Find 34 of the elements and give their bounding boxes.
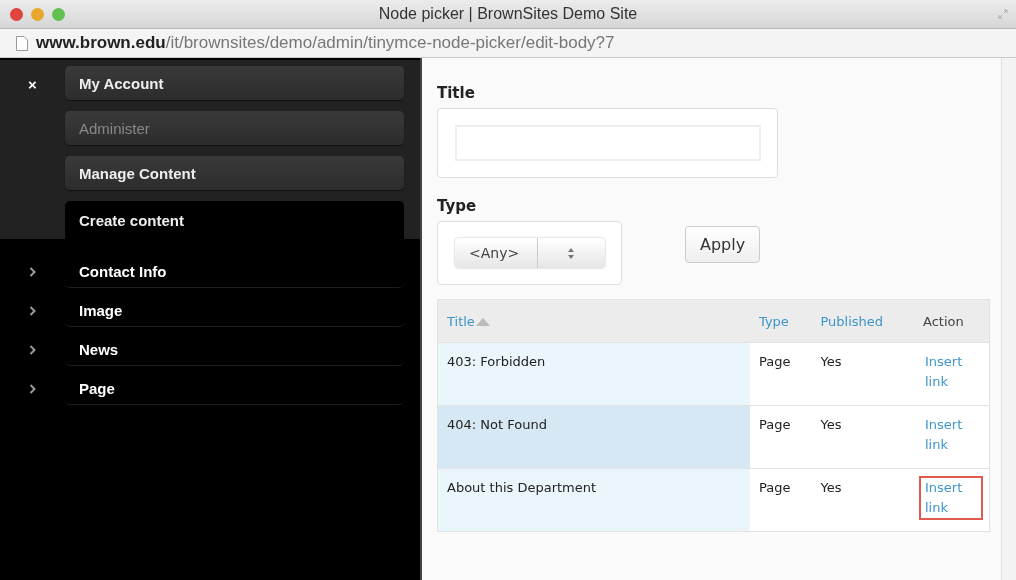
table-cell: Page [759,480,791,495]
close-window-button[interactable] [10,7,23,21]
table-cell: Yes [820,417,842,432]
page-icon [16,35,28,51]
table-cell: About this Department [447,480,597,495]
field-label: Title [437,84,475,102]
menu-button[interactable]: Manage Content [65,156,404,190]
table-cell: Yes [820,480,842,495]
scrollbar[interactable] [1001,58,1016,580]
sort-ascending-icon [475,317,490,326]
chevron-right-icon[interactable] [29,266,36,277]
close-icon[interactable]: × [0,66,65,93]
menu-button[interactable]: My Account [65,66,404,100]
menu-tab[interactable]: Create content [65,201,404,239]
column-header: Action [923,313,964,329]
submenu-item[interactable]: Page [65,372,404,405]
chevron-right-icon[interactable] [29,305,36,316]
type-select[interactable]: <Any> [455,238,605,268]
chevron-right-icon[interactable] [29,344,36,355]
chevron-right-icon[interactable] [29,383,36,394]
zoom-window-button[interactable] [52,7,65,21]
table-cell: Yes [820,354,842,369]
apply-button[interactable]: Apply [685,226,761,263]
submenu-item[interactable]: News [65,333,404,366]
table-cell: 404: Not Found [447,417,547,432]
submenu-item[interactable]: Image [65,294,404,327]
submenu-item[interactable]: Contact Info [65,255,404,288]
table-cell: Page [759,417,791,432]
field-label: Type [437,197,477,215]
table-cell: 403: Forbidden [447,354,546,369]
stepper-arrows-icon [568,247,575,259]
fullscreen-icon[interactable] [998,9,1008,19]
window-title: Node picker | BrownSites Demo Site [378,5,638,22]
table-cell: Page [759,354,791,369]
